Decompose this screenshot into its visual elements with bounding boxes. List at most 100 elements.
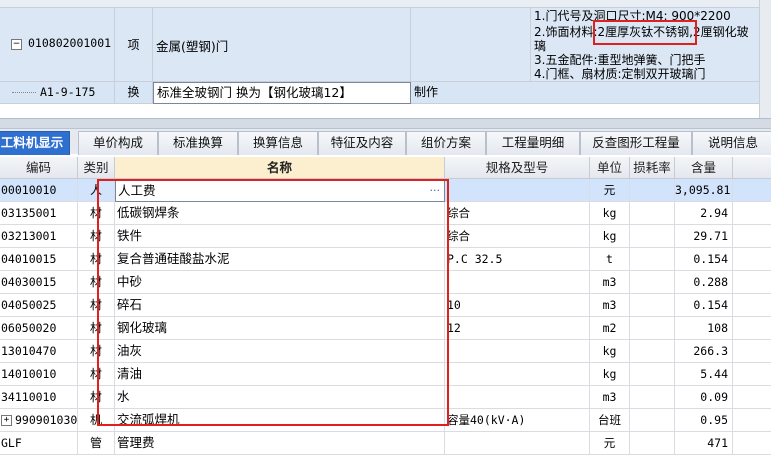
row-type[interactable]: 人 [78, 179, 115, 202]
row-qty[interactable]: 108 [675, 317, 733, 340]
row-unit[interactable]: t [590, 248, 630, 271]
row-spec[interactable] [445, 340, 590, 363]
row-sub-code-cell[interactable]: A1-9-175 [0, 82, 115, 104]
tab-unit-price[interactable]: 单价构成 [78, 131, 158, 155]
row-name[interactable]: 碎石 [115, 294, 445, 317]
row-unit[interactable]: kg [590, 340, 630, 363]
row-unit[interactable]: kg [590, 225, 630, 248]
row-loss[interactable] [630, 271, 675, 294]
table-row[interactable]: 34110010 材 水 m3 0.09 [0, 386, 771, 409]
row-unit[interactable]: m3 [590, 386, 630, 409]
col-header-name[interactable]: 名称 [115, 157, 445, 179]
row-sub-name-field[interactable]: 标准全玻钢门 换为【钢化玻璃12】 [153, 82, 411, 104]
row-name[interactable]: 交流弧焊机 [115, 409, 445, 432]
row-loss[interactable] [630, 340, 675, 363]
row-name[interactable]: 低碳钢焊条 [115, 202, 445, 225]
table-row[interactable]: 06050020 材 钢化玻璃 12 m2 108 [0, 317, 771, 340]
row-name[interactable]: 中砂 [115, 271, 445, 294]
col-header-unit[interactable]: 单位 [590, 157, 630, 179]
row-main-code-cell[interactable]: − 010802001001 [0, 8, 115, 82]
row-loss[interactable] [630, 248, 675, 271]
row-code[interactable]: GLF [0, 432, 78, 455]
row-type[interactable]: 管 [78, 432, 115, 455]
row-type[interactable]: 材 [78, 271, 115, 294]
row-name[interactable]: 清油 [115, 363, 445, 386]
row-unit[interactable]: m3 [590, 271, 630, 294]
row-spec[interactable]: 容量40(kV·A) [445, 409, 590, 432]
table-row[interactable]: 03135001 材 低碳钢焊条 综合 kg 2.94 [0, 202, 771, 225]
row-code[interactable]: 14010010 [0, 363, 78, 386]
row-spec[interactable]: 10 [445, 294, 590, 317]
row-loss[interactable] [630, 294, 675, 317]
row-code[interactable]: 13010470 [0, 340, 78, 363]
row-qty[interactable]: 0.95 [675, 409, 733, 432]
row-unit[interactable]: 元 [590, 432, 630, 455]
table-row[interactable]: GLF 管 管理费 元 471 [0, 432, 771, 455]
row-main-blank-cell[interactable] [411, 8, 531, 82]
upper-scrollbar[interactable] [759, 0, 771, 118]
row-code[interactable]: 04030015 [0, 271, 78, 294]
row-loss[interactable] [630, 202, 675, 225]
row-main-features-cell[interactable]: 1.门代号及洞口尺寸:M4: 900*2200 2.饰面材料:2厘厚灰钛不锈钢,… [531, 8, 771, 82]
row-code[interactable]: 04010015 [0, 248, 78, 271]
row-type[interactable]: 材 [78, 225, 115, 248]
row-loss[interactable] [630, 363, 675, 386]
expand-icon[interactable]: + [1, 415, 12, 426]
table-row[interactable]: 14010010 材 清油 kg 5.44 [0, 363, 771, 386]
row-code[interactable]: 34110010 [0, 386, 78, 409]
col-header-loss[interactable]: 损耗率 [630, 157, 675, 179]
row-name[interactable]: 水 [115, 386, 445, 409]
row-spec[interactable]: 综合 [445, 225, 590, 248]
table-row[interactable]: 00010010 人 人工费 ··· 元 3,095.81 [0, 179, 771, 202]
row-type[interactable]: 机 [78, 409, 115, 432]
tab-features-content[interactable]: 特征及内容 [318, 131, 406, 155]
tab-standard-conversion[interactable]: 标准换算 [158, 131, 238, 155]
row-unit[interactable]: kg [590, 202, 630, 225]
row-qty[interactable]: 3,095.81 [675, 179, 733, 202]
row-code[interactable]: 04050025 [0, 294, 78, 317]
col-header-qty[interactable]: 含量 [675, 157, 733, 179]
row-loss[interactable] [630, 409, 675, 432]
row-spec[interactable] [445, 432, 590, 455]
row-loss[interactable] [630, 225, 675, 248]
row-qty[interactable]: 0.09 [675, 386, 733, 409]
row-unit[interactable]: m3 [590, 294, 630, 317]
tab-quantity-detail[interactable]: 工程量明细 [486, 131, 580, 155]
row-type[interactable]: 材 [78, 340, 115, 363]
row-type[interactable]: 材 [78, 202, 115, 225]
row-loss[interactable] [630, 317, 675, 340]
row-unit[interactable]: 台班 [590, 409, 630, 432]
row-name[interactable]: 人工费 ··· [115, 179, 445, 202]
row-loss[interactable] [630, 179, 675, 202]
row-spec[interactable] [445, 363, 590, 386]
tab-pricing-scheme[interactable]: 组价方案 [406, 131, 486, 155]
row-name[interactable]: 复合普通硅酸盐水泥 [115, 248, 445, 271]
row-sub-feature[interactable]: 制作 [411, 82, 771, 104]
table-row[interactable]: +990901030 机 交流弧焊机 容量40(kV·A) 台班 0.95 [0, 409, 771, 432]
row-qty[interactable]: 471 [675, 432, 733, 455]
row-qty[interactable]: 5.44 [675, 363, 733, 386]
row-type[interactable]: 材 [78, 386, 115, 409]
row-qty[interactable]: 2.94 [675, 202, 733, 225]
row-type[interactable]: 材 [78, 294, 115, 317]
row-name[interactable]: 钢化玻璃 [115, 317, 445, 340]
col-header-spec[interactable]: 规格及型号 [445, 157, 590, 179]
row-loss[interactable] [630, 432, 675, 455]
row-qty[interactable]: 29.71 [675, 225, 733, 248]
row-type[interactable]: 材 [78, 248, 115, 271]
tab-labor-material-machine[interactable]: 工料机显示 [0, 131, 70, 155]
table-row[interactable]: 03213001 材 铁件 综合 kg 29.71 [0, 225, 771, 248]
row-code[interactable]: 03135001 [0, 202, 78, 225]
row-qty[interactable]: 266.3 [675, 340, 733, 363]
row-code[interactable]: +990901030 [0, 409, 78, 432]
row-main-name-cell[interactable]: 金属(塑钢)门 [153, 8, 411, 82]
row-qty[interactable]: 0.288 [675, 271, 733, 294]
row-type[interactable]: 材 [78, 363, 115, 386]
table-row[interactable]: 04050025 材 碎石 10 m3 0.154 [0, 294, 771, 317]
row-unit[interactable]: kg [590, 363, 630, 386]
row-loss[interactable] [630, 386, 675, 409]
col-header-type[interactable]: 类别 [78, 157, 115, 179]
row-spec[interactable] [445, 271, 590, 294]
row-name[interactable]: 油灰 [115, 340, 445, 363]
row-spec[interactable]: P.C 32.5 [445, 248, 590, 271]
